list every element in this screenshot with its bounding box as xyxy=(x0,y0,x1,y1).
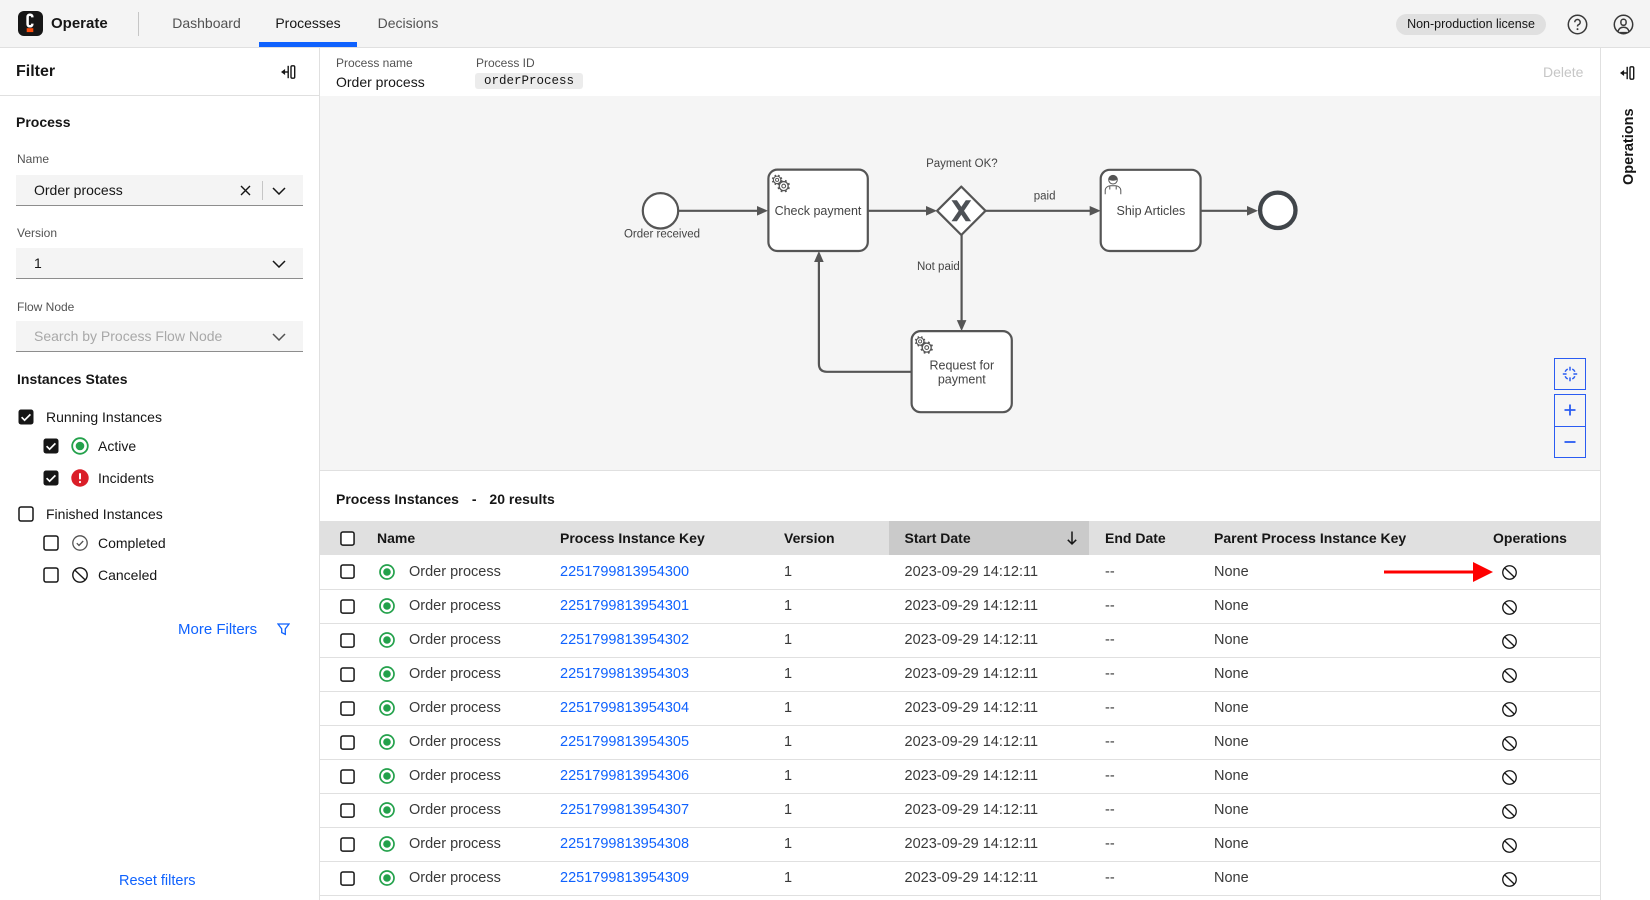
svg-text:Check payment: Check payment xyxy=(775,204,862,218)
svg-text:Ship Articles: Ship Articles xyxy=(1117,204,1186,218)
svg-text:Payment OK?: Payment OK? xyxy=(926,158,998,170)
svg-text:Not paid: Not paid xyxy=(917,261,960,273)
svg-text:Request for: Request for xyxy=(929,358,994,372)
svg-text:Order received: Order received xyxy=(624,229,700,241)
svg-text:payment: payment xyxy=(938,372,986,386)
svg-text:paid: paid xyxy=(1034,191,1056,203)
